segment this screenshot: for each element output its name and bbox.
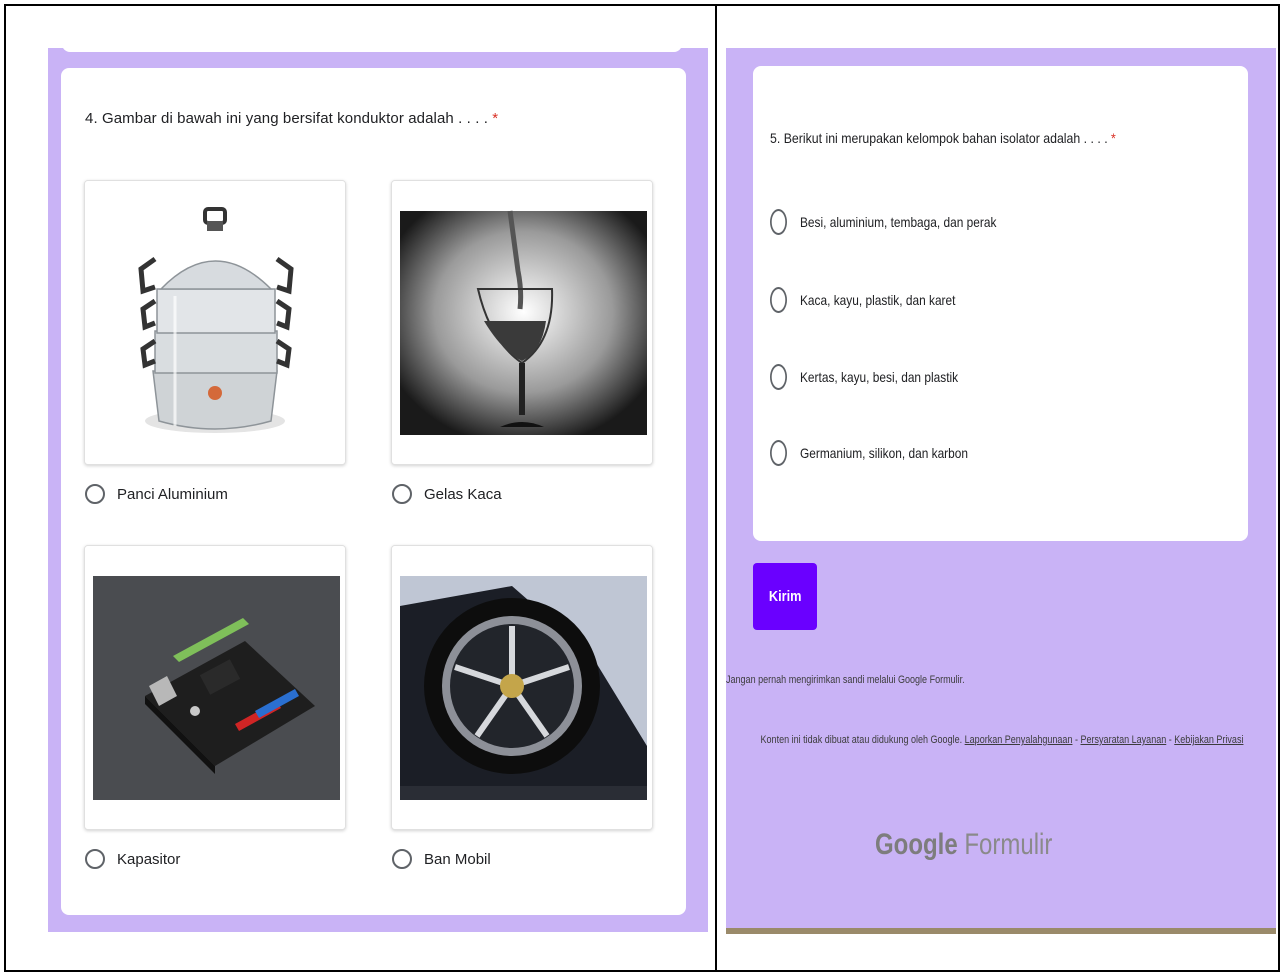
option-ban-mobil[interactable]: Ban Mobil xyxy=(392,849,491,869)
radio-button[interactable] xyxy=(392,484,412,504)
radio-button[interactable] xyxy=(770,287,787,313)
option-kertas-kayu[interactable]: Kertas, kayu, besi, dan plastik xyxy=(770,364,986,390)
radio-button[interactable] xyxy=(770,440,787,466)
option-label: Gelas Kaca xyxy=(424,485,502,503)
option-germanium-silikon[interactable]: Germanium, silikon, dan karbon xyxy=(770,440,998,466)
submit-button[interactable]: Kirim xyxy=(753,563,817,630)
option-kaca-kayu[interactable]: Kaca, kayu, plastik, dan karet xyxy=(770,287,983,313)
option-label: Kapasitor xyxy=(117,850,181,868)
required-asterisk: * xyxy=(1111,130,1116,146)
radio-button[interactable] xyxy=(85,484,105,504)
question-4-title: 4. Gambar di bawah ini yang bersifat kon… xyxy=(85,110,499,127)
option-label: Besi, aluminium, tembaga, dan perak xyxy=(800,214,997,230)
required-asterisk: * xyxy=(492,110,499,127)
aluminium-steamer-pot-image xyxy=(85,181,345,464)
terms-link[interactable]: Persyaratan Layanan xyxy=(1081,734,1167,746)
panel-divider xyxy=(715,4,717,972)
option-image-ban-mobil[interactable] xyxy=(391,545,653,830)
option-kapasitor[interactable]: Kapasitor xyxy=(85,849,180,869)
option-besi-aluminium[interactable]: Besi, aluminium, tembaga, dan perak xyxy=(770,209,1031,235)
circuit-board-image xyxy=(85,546,345,829)
option-label: Ban Mobil xyxy=(424,850,491,868)
option-image-panci-aluminium[interactable] xyxy=(84,180,346,465)
option-label: Kertas, kayu, besi, dan plastik xyxy=(800,369,959,385)
question-5-title: 5. Berikut ini merupakan kelompok bahan … xyxy=(770,130,1116,146)
footer-disclaimer: Konten ini tidak dibuat atau didukung ol… xyxy=(760,734,1244,746)
question-5-card: 5. Berikut ini merupakan kelompok bahan … xyxy=(753,66,1248,541)
desktop-strip xyxy=(726,928,1276,934)
previous-question-card-edge xyxy=(62,40,682,52)
radio-button[interactable] xyxy=(85,849,105,869)
car-wheel-image xyxy=(392,546,652,829)
option-image-kapasitor[interactable] xyxy=(84,545,346,830)
password-warning: Jangan pernah mengirimkan sandi melalui … xyxy=(726,674,965,686)
option-label: Panci Aluminium xyxy=(117,485,228,503)
google-forms-logo[interactable]: Google Formulir xyxy=(875,828,1052,862)
wine-glass-pouring-image xyxy=(392,181,652,464)
option-image-gelas-kaca[interactable] xyxy=(391,180,653,465)
option-panci-aluminium[interactable]: Panci Aluminium xyxy=(85,484,228,504)
option-label: Germanium, silikon, dan karbon xyxy=(800,445,969,461)
question-4-card: 4. Gambar di bawah ini yang bersifat kon… xyxy=(61,68,686,915)
radio-button[interactable] xyxy=(770,209,787,235)
option-label: Kaca, kayu, plastik, dan karet xyxy=(800,292,956,308)
privacy-link[interactable]: Kebijakan Privasi xyxy=(1174,734,1243,746)
option-gelas-kaca[interactable]: Gelas Kaca xyxy=(392,484,502,504)
report-abuse-link[interactable]: Laporkan Penyalahgunaan xyxy=(965,734,1073,746)
radio-button[interactable] xyxy=(770,364,787,390)
radio-button[interactable] xyxy=(392,849,412,869)
